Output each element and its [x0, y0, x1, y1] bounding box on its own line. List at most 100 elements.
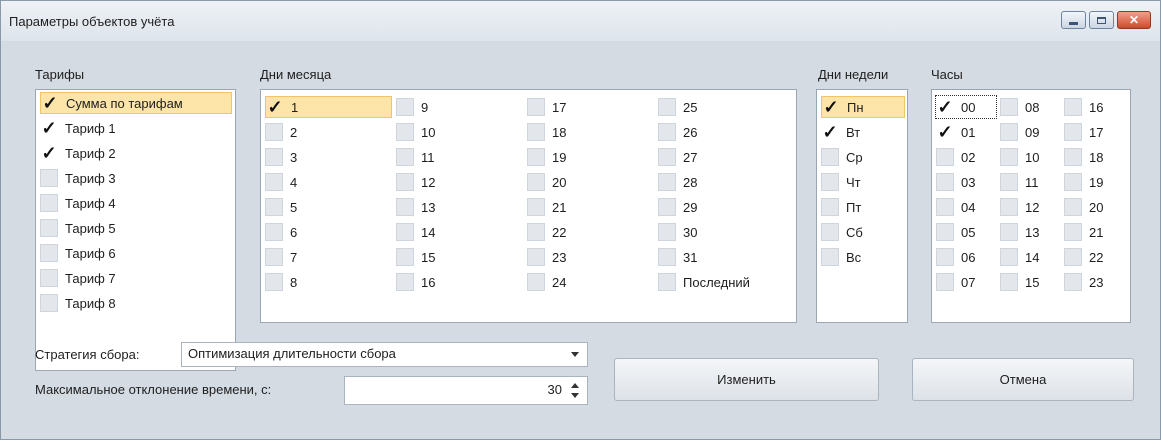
- tariff-item[interactable]: Тариф 7: [40, 267, 116, 289]
- checkbox[interactable]: [265, 123, 283, 141]
- checkbox[interactable]: [936, 173, 954, 191]
- week-day-item[interactable]: Вс: [821, 246, 861, 268]
- month-day-item[interactable]: 3: [265, 146, 297, 168]
- close-button[interactable]: ✕: [1117, 11, 1151, 29]
- tariff-item[interactable]: Тариф 3: [40, 167, 116, 189]
- cancel-button[interactable]: Отмена: [912, 358, 1134, 401]
- hour-item[interactable]: 03: [936, 171, 975, 193]
- minimize-button[interactable]: [1061, 11, 1086, 29]
- checkbox[interactable]: [1000, 248, 1018, 266]
- checkbox[interactable]: [265, 198, 283, 216]
- hour-item[interactable]: 02: [936, 146, 975, 168]
- tariff-item[interactable]: Тариф 5: [40, 217, 116, 239]
- month-day-item[interactable]: 5: [265, 196, 297, 218]
- checkbox[interactable]: [40, 169, 58, 187]
- checkbox[interactable]: [1064, 273, 1082, 291]
- checkbox[interactable]: [265, 273, 283, 291]
- month-day-item[interactable]: 18: [527, 121, 566, 143]
- tariff-item[interactable]: ✓ Тариф 1: [40, 117, 115, 139]
- checkbox[interactable]: [1000, 148, 1018, 166]
- week-day-item[interactable]: Пт: [821, 196, 861, 218]
- month-day-item[interactable]: 15: [396, 246, 435, 268]
- checkbox[interactable]: ✓: [936, 123, 954, 141]
- tariff-item[interactable]: Тариф 6: [40, 242, 116, 264]
- checkbox[interactable]: [1064, 248, 1082, 266]
- month-day-item[interactable]: 30: [658, 221, 697, 243]
- hour-item[interactable]: 21: [1064, 221, 1103, 243]
- maximize-button[interactable]: [1089, 11, 1114, 29]
- month-day-item[interactable]: 8: [265, 271, 297, 293]
- month-day-item[interactable]: 25: [658, 96, 697, 118]
- checkbox[interactable]: [40, 219, 58, 237]
- checkbox[interactable]: ✓: [40, 144, 58, 162]
- month-day-item[interactable]: 2: [265, 121, 297, 143]
- hour-item[interactable]: 06: [936, 246, 975, 268]
- week-day-item[interactable]: Чт: [821, 171, 861, 193]
- checkbox[interactable]: [1000, 273, 1018, 291]
- deviation-spinner[interactable]: 30: [344, 376, 588, 405]
- checkbox[interactable]: [40, 194, 58, 212]
- tariff-item[interactable]: ✓ Тариф 2: [40, 142, 115, 164]
- month-day-item[interactable]: 11: [396, 146, 435, 168]
- hour-item[interactable]: 14: [1000, 246, 1039, 268]
- checkbox[interactable]: [1064, 148, 1082, 166]
- checkbox[interactable]: ✓: [266, 98, 284, 116]
- checkbox[interactable]: [1064, 223, 1082, 241]
- checkbox[interactable]: [1000, 198, 1018, 216]
- hour-item[interactable]: ✓ 01: [936, 121, 975, 143]
- tariff-item[interactable]: Тариф 8: [40, 292, 116, 314]
- hour-item[interactable]: 04: [936, 196, 975, 218]
- hour-item[interactable]: 12: [1000, 196, 1039, 218]
- checkbox[interactable]: [1064, 198, 1082, 216]
- hour-item[interactable]: 11: [1000, 171, 1039, 193]
- checkbox[interactable]: [821, 223, 839, 241]
- checkbox[interactable]: [658, 123, 676, 141]
- checkbox[interactable]: [527, 248, 545, 266]
- checkbox[interactable]: ✓: [40, 119, 58, 137]
- checkbox[interactable]: [527, 223, 545, 241]
- checkbox[interactable]: [265, 148, 283, 166]
- checkbox[interactable]: [1000, 123, 1018, 141]
- checkbox[interactable]: [1064, 173, 1082, 191]
- hour-item[interactable]: 22: [1064, 246, 1103, 268]
- hour-item[interactable]: 18: [1064, 146, 1103, 168]
- tariff-item[interactable]: Тариф 4: [40, 192, 116, 214]
- change-button[interactable]: Изменить: [614, 358, 879, 401]
- checkbox[interactable]: [396, 98, 414, 116]
- hour-item[interactable]: ✓ 00: [935, 95, 997, 119]
- month-day-item[interactable]: 24: [527, 271, 566, 293]
- checkbox[interactable]: [821, 173, 839, 191]
- checkbox[interactable]: [658, 223, 676, 241]
- hour-item[interactable]: 13: [1000, 221, 1039, 243]
- month-day-item[interactable]: 7: [265, 246, 297, 268]
- checkbox[interactable]: [1000, 173, 1018, 191]
- month-day-item[interactable]: 19: [527, 146, 566, 168]
- title-bar[interactable]: Параметры объектов учёта ✕: [1, 1, 1160, 41]
- checkbox[interactable]: [265, 223, 283, 241]
- checkbox[interactable]: [396, 148, 414, 166]
- checkbox[interactable]: [396, 273, 414, 291]
- checkbox[interactable]: [936, 248, 954, 266]
- month-day-item[interactable]: 31: [658, 246, 697, 268]
- checkbox[interactable]: [396, 223, 414, 241]
- checkbox[interactable]: [396, 248, 414, 266]
- checkbox[interactable]: ✓: [821, 123, 839, 141]
- checkbox[interactable]: [396, 123, 414, 141]
- month-day-item[interactable]: 22: [527, 221, 566, 243]
- checkbox[interactable]: [936, 223, 954, 241]
- spin-up-icon[interactable]: [571, 383, 579, 388]
- hour-item[interactable]: 09: [1000, 121, 1039, 143]
- hour-item[interactable]: 10: [1000, 146, 1039, 168]
- month-day-item[interactable]: 13: [396, 196, 435, 218]
- hour-item[interactable]: 23: [1064, 271, 1103, 293]
- week-day-item[interactable]: Сб: [821, 221, 863, 243]
- dropdown-arrow-icon[interactable]: [571, 352, 579, 357]
- hour-item[interactable]: 08: [1000, 96, 1039, 118]
- month-day-item[interactable]: 21: [527, 196, 566, 218]
- strategy-select[interactable]: Оптимизация длительности сбора: [181, 342, 588, 367]
- checkbox[interactable]: [1000, 98, 1018, 116]
- month-day-item[interactable]: 10: [396, 121, 435, 143]
- month-day-item[interactable]: 9: [396, 96, 428, 118]
- checkbox[interactable]: [821, 248, 839, 266]
- week-day-item[interactable]: ✓ Вт: [821, 121, 860, 143]
